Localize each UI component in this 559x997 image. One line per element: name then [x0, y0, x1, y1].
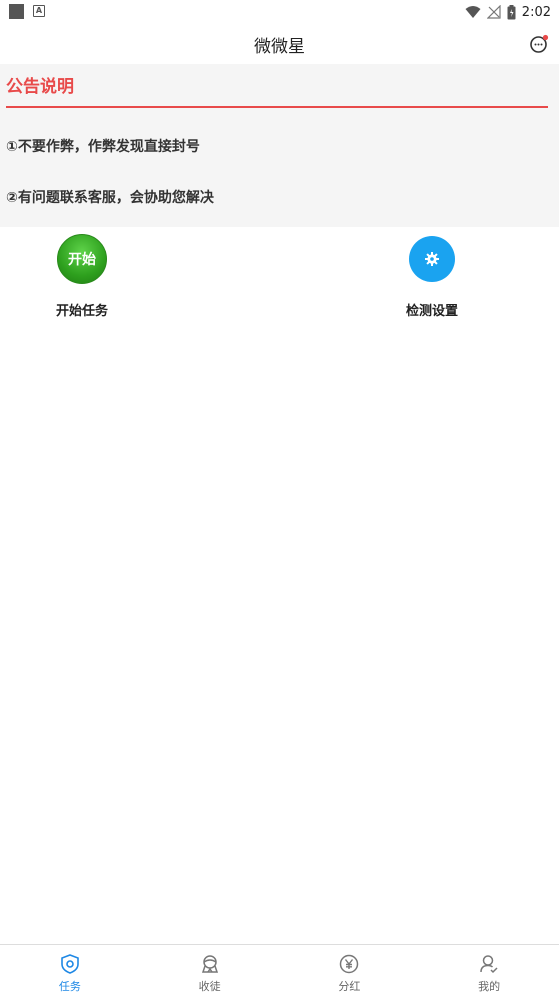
tab-dividend[interactable]: 分红 [280, 945, 420, 997]
start-badge-text: 开始 [68, 252, 96, 268]
tab-label: 收徒 [198, 980, 221, 993]
start-task-label: 开始任务 [55, 304, 108, 319]
bottom-tab-bar: 任务 收徒 分红 我的 [0, 944, 559, 997]
tab-label: 分红 [338, 980, 361, 993]
user-icon [480, 955, 498, 974]
notice-divider [6, 106, 548, 108]
shield-icon [61, 954, 79, 974]
detection-settings-button[interactable]: 检测设置 [390, 234, 474, 319]
start-badge-icon: 开始 [57, 234, 107, 284]
tab-label: 我的 [478, 980, 501, 993]
status-bar: A 2:02 [0, 0, 559, 24]
apprentice-icon [201, 955, 218, 973]
no-signal-icon [486, 5, 501, 19]
battery-icon [507, 4, 516, 19]
status-icons: 2:02 [465, 3, 551, 21]
settings-icon-wrap [407, 234, 457, 284]
notification-square-icon [9, 4, 24, 19]
yen-coin-icon [340, 954, 359, 974]
tab-apprentice[interactable]: 收徒 [140, 945, 280, 997]
notice-item: ①不要作弊，作弊发现直接封号 [6, 139, 200, 155]
page-title: 微微星 [254, 36, 305, 57]
gear-icon [409, 236, 455, 282]
wifi-icon [465, 6, 481, 18]
tab-label: 任务 [58, 980, 81, 993]
start-task-button[interactable]: 开始 开始任务 [42, 234, 122, 319]
header: 微微星 [0, 24, 559, 64]
tab-task[interactable]: 任务 [0, 945, 140, 997]
tab-mine[interactable]: 我的 [419, 945, 559, 997]
notice-panel: 公告说明 ①不要作弊，作弊发现直接封号 ②有问题联系客服，会协助您解决 [0, 64, 559, 227]
message-button[interactable] [529, 34, 549, 54]
notice-item: ②有问题联系客服，会协助您解决 [6, 190, 214, 206]
a-badge-icon: A [33, 5, 45, 17]
notice-title: 公告说明 [6, 77, 74, 97]
status-time: 2:02 [521, 4, 551, 20]
chat-bubble-icon [530, 34, 549, 53]
detection-settings-label: 检测设置 [405, 304, 458, 319]
